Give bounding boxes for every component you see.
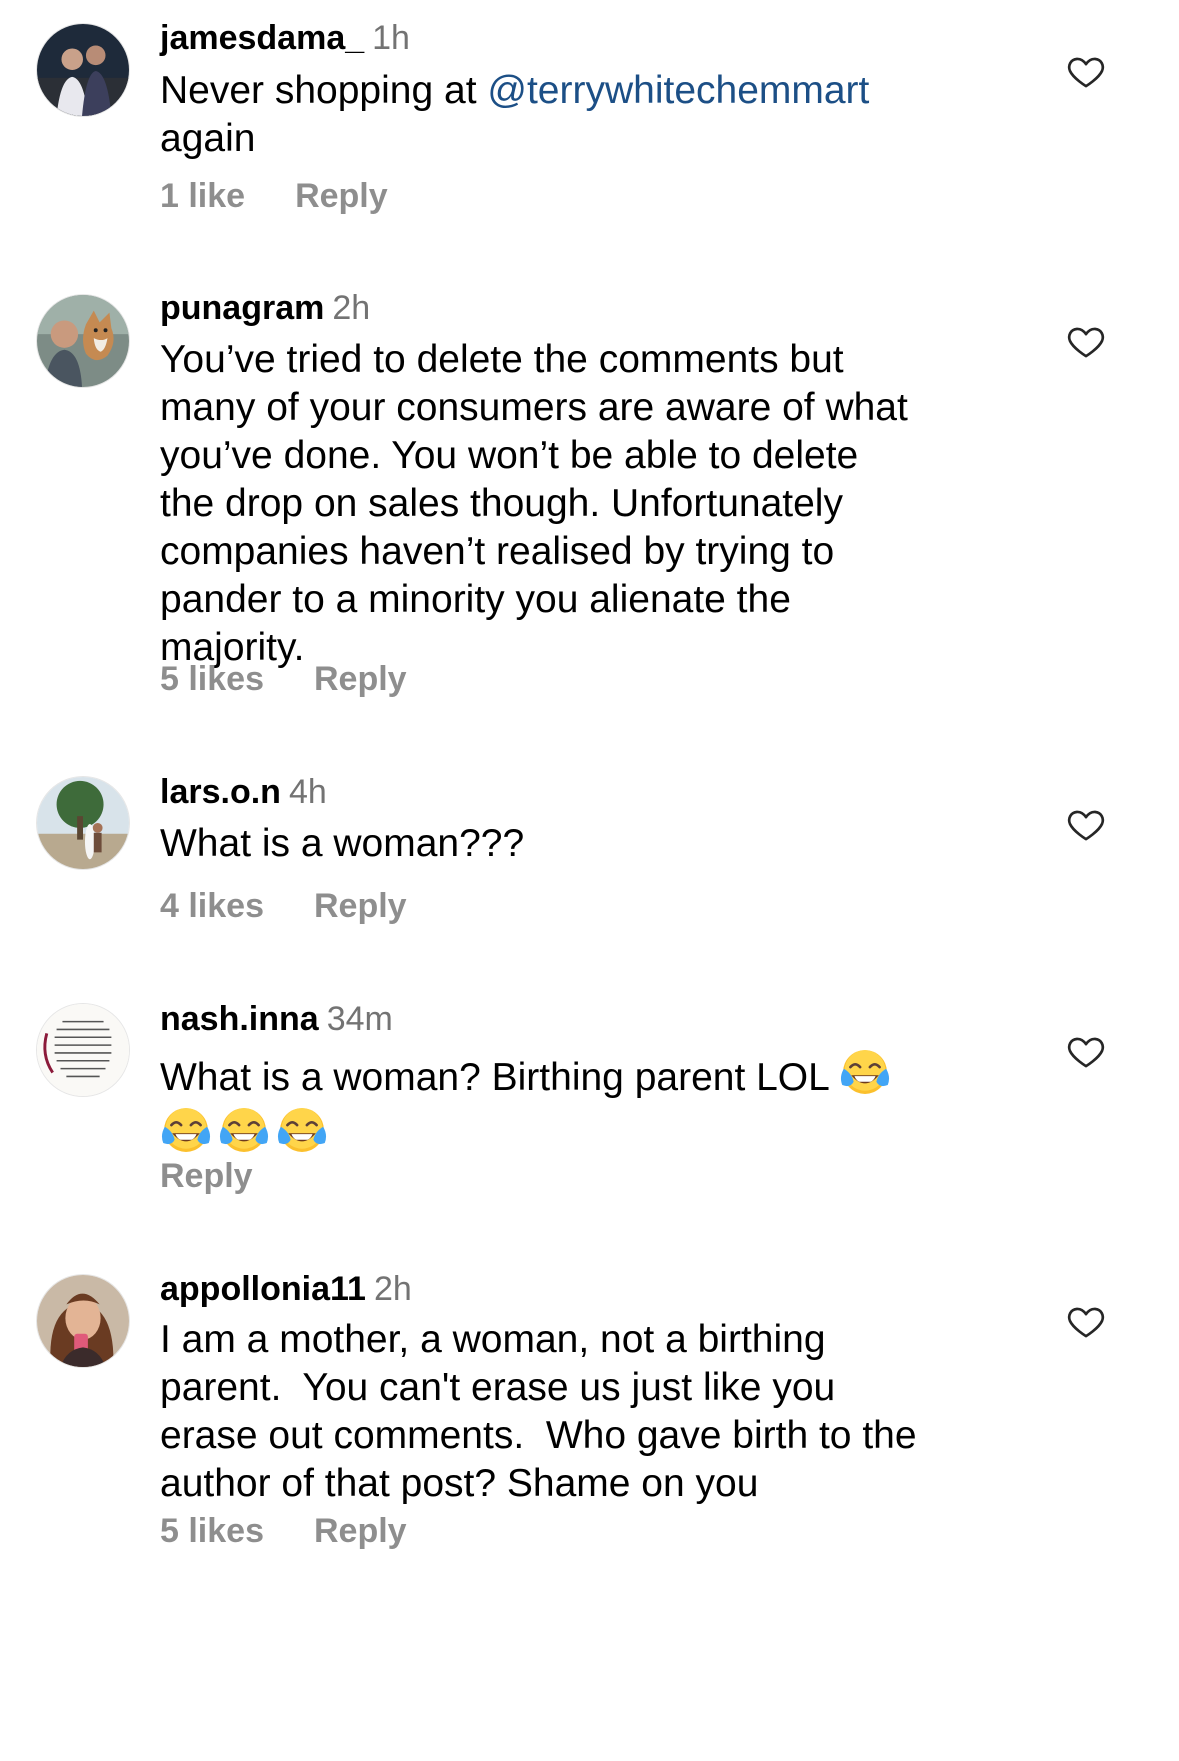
timestamp: 4h <box>288 773 327 811</box>
comment-text: I am a mother, a woman, not a birthing p… <box>160 1316 1020 1508</box>
heart-outline-icon[interactable] <box>1066 805 1106 845</box>
avatar[interactable] <box>36 23 130 117</box>
reply-button[interactable]: Reply <box>295 177 388 215</box>
username[interactable]: punagram <box>160 289 324 327</box>
username[interactable]: jamesdama_ <box>160 19 364 57</box>
comment-text-line: author of that post? Shame on you <box>160 1462 759 1505</box>
reply-button[interactable]: Reply <box>314 660 407 698</box>
comment-header: punagram 2h <box>160 288 370 328</box>
comment-text-line: I am a mother, a woman, not a birthing <box>160 1318 826 1361</box>
comment-actions: 5 likes Reply <box>160 659 407 699</box>
comment-text-line: companies haven’t realised by trying to <box>160 530 835 573</box>
comment-header: nash.inna 34m <box>160 999 393 1039</box>
likes-count[interactable]: 5 likes <box>160 660 264 698</box>
heart-outline-icon[interactable] <box>1066 1032 1106 1072</box>
username[interactable]: lars.o.n <box>160 773 281 811</box>
timestamp: 34m <box>326 1000 393 1038</box>
heart-outline-icon[interactable] <box>1066 1302 1106 1342</box>
comment-actions: 5 likes Reply <box>160 1511 407 1551</box>
avatar[interactable] <box>36 1003 130 1097</box>
comment-text: What is a woman? Birthing parent LOL <box>160 1046 1020 1160</box>
comment-text-line: What is a woman? Birthing parent LOL <box>160 1046 1020 1102</box>
comment-actions: Reply <box>160 1156 253 1196</box>
username[interactable]: nash.inna <box>160 1000 319 1038</box>
comment-header: jamesdama_ 1h <box>160 18 410 58</box>
face-with-tears-of-joy-icon <box>160 1104 212 1156</box>
comment-text: Never shopping at @terrywhitechemmart ag… <box>160 67 1020 163</box>
likes-count[interactable]: 5 likes <box>160 1512 264 1550</box>
heart-outline-icon[interactable] <box>1066 322 1106 362</box>
timestamp: 2h <box>332 289 371 327</box>
likes-count[interactable]: 4 likes <box>160 887 264 925</box>
mention-link[interactable]: @terrywhitechemmart <box>487 69 869 112</box>
comment-header: lars.o.n 4h <box>160 772 327 812</box>
comment-text: What is a woman??? <box>160 820 1020 868</box>
comment-text-line: parent. You can't erase us just like you <box>160 1366 836 1409</box>
comment-text-line: What is a woman??? <box>160 822 525 865</box>
comment-text-line <box>160 1104 1020 1160</box>
heart-outline-icon[interactable] <box>1066 52 1106 92</box>
comment-text-line: Never shopping at @terrywhitechemmart <box>160 69 870 112</box>
reply-button[interactable]: Reply <box>314 1512 407 1550</box>
avatar[interactable] <box>36 294 130 388</box>
comment-text-line: You’ve tried to delete the comments but <box>160 338 844 381</box>
timestamp: 2h <box>373 1270 412 1308</box>
face-with-tears-of-joy-icon <box>839 1046 891 1098</box>
comment-header: appollonia11 2h <box>160 1269 412 1309</box>
comment-actions: 1 like Reply <box>160 176 388 216</box>
comment-text-line: many of your consumers are aware of what <box>160 386 908 429</box>
avatar[interactable] <box>36 1274 130 1368</box>
comment-text-line: the drop on sales though. Unfortunately <box>160 482 843 525</box>
timestamp: 1h <box>372 19 410 57</box>
comment-text: You’ve tried to delete the comments but … <box>160 336 1020 672</box>
comment-text-line: pander to a minority you alienate the <box>160 578 791 621</box>
reply-button[interactable]: Reply <box>160 1157 253 1195</box>
comment-text-line: you’ve done. You won’t be able to delete <box>160 434 859 477</box>
comment-text-line: again <box>160 117 256 160</box>
face-with-tears-of-joy-icon <box>218 1104 270 1156</box>
comment-actions: 4 likes Reply <box>160 886 407 926</box>
face-with-tears-of-joy-icon <box>276 1104 328 1156</box>
username[interactable]: appollonia11 <box>160 1270 366 1308</box>
comment-text-line: erase out comments. Who gave birth to th… <box>160 1414 917 1457</box>
likes-count[interactable]: 1 like <box>160 177 245 215</box>
avatar[interactable] <box>36 776 130 870</box>
reply-button[interactable]: Reply <box>314 887 407 925</box>
